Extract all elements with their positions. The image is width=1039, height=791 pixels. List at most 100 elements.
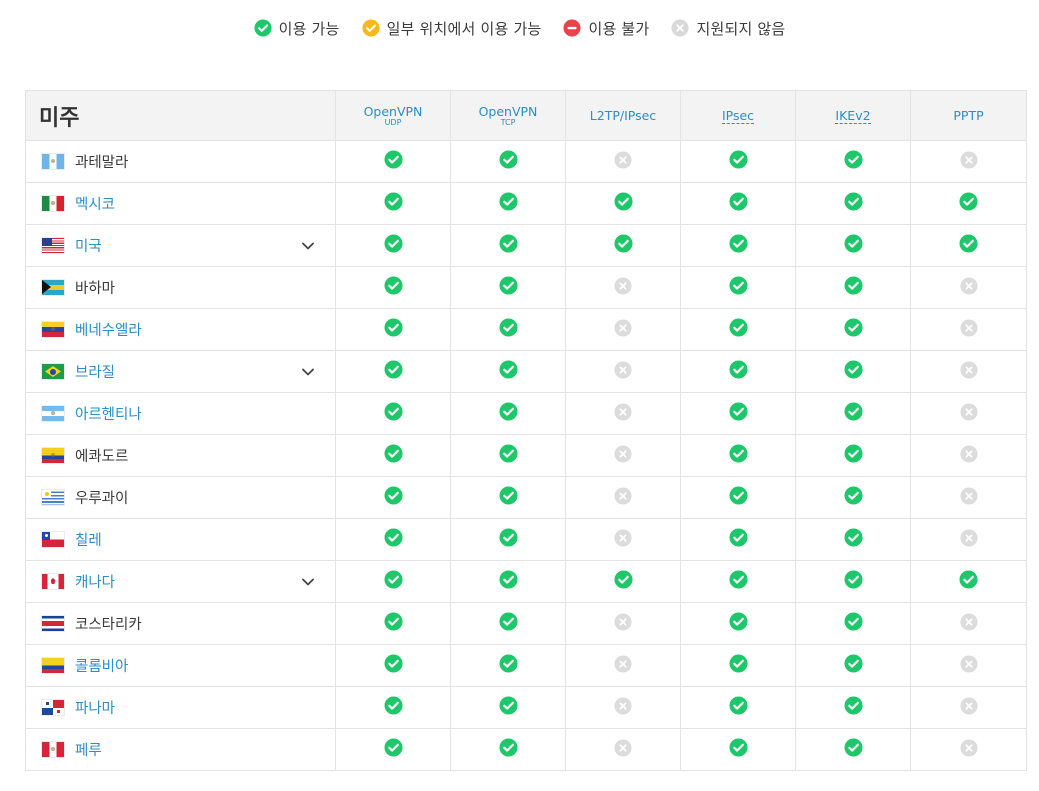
check-circle-icon [383, 444, 403, 463]
status-available [335, 308, 451, 351]
x-circle-icon [959, 276, 978, 295]
status-available [335, 392, 451, 435]
status-available [335, 644, 451, 687]
status-available [450, 560, 566, 603]
status-available [795, 224, 911, 267]
status-available [450, 224, 566, 267]
check-circle-icon [498, 696, 518, 715]
check-circle-icon [843, 738, 863, 757]
check-circle-icon [362, 19, 380, 37]
country-name[interactable]: 아르헨티나 [75, 403, 142, 424]
status-available [335, 224, 451, 267]
country-name[interactable]: 칠레 [75, 529, 102, 550]
status-available [450, 644, 566, 687]
x-circle-icon [959, 150, 978, 169]
protocol-header-ikev2[interactable]: IKEv2 [795, 90, 911, 141]
flag-venezuela-icon [42, 322, 64, 337]
country-name[interactable]: 페루 [75, 739, 102, 760]
country-cell[interactable]: 캐나다 [25, 560, 336, 603]
country-cell: 에콰도르 [25, 434, 336, 477]
minus-circle-icon [563, 19, 582, 37]
country-name[interactable]: 브라질 [75, 361, 115, 382]
country-cell: 콜롬비아 [25, 644, 336, 687]
protocol-header-openvpn-udp: OpenVPN UDP [335, 90, 451, 141]
country-name: 바하마 [75, 281, 116, 297]
status-available [450, 350, 566, 393]
status-unsupported [565, 434, 681, 477]
check-circle-icon [959, 192, 978, 211]
legend-item-partial: 일부 위치에서 이용 가능 [362, 18, 542, 39]
flag-costa-rica-icon [42, 616, 64, 631]
check-circle-icon [843, 318, 863, 337]
x-circle-icon [959, 486, 978, 505]
legend-label: 지원되지 않음 [696, 19, 786, 38]
country-name[interactable]: 콜롬비아 [75, 655, 128, 676]
table-row: 칠레 [25, 518, 1027, 561]
check-circle-icon [728, 402, 748, 421]
status-unsupported [565, 308, 681, 351]
status-available [680, 266, 796, 309]
status-unsupported [910, 602, 1027, 645]
flag-guatemala-icon [42, 154, 64, 169]
country-name[interactable]: 멕시코 [75, 193, 115, 214]
country-name: 우루과이 [75, 491, 129, 507]
country-cell[interactable]: 브라질 [25, 350, 336, 393]
status-unsupported [565, 644, 681, 687]
status-available [335, 728, 451, 771]
country-cell[interactable]: 미국 [25, 224, 336, 267]
country-name[interactable]: 미국 [75, 235, 102, 256]
x-circle-icon [671, 19, 689, 37]
check-circle-icon [383, 402, 403, 421]
x-circle-icon [614, 612, 632, 631]
status-unsupported [910, 308, 1027, 351]
protocol-name: L2TP/IPsec [589, 108, 657, 123]
check-circle-icon [843, 192, 863, 211]
status-available [565, 182, 681, 225]
table-row: 캐나다 [25, 560, 1027, 603]
status-unsupported [565, 392, 681, 435]
country-cell: 아르헨티나 [25, 392, 336, 435]
status-available [680, 224, 796, 267]
flag-colombia-icon [42, 658, 64, 673]
chevron-down-icon[interactable] [301, 364, 315, 383]
status-available [450, 686, 566, 729]
protocol-header-ipsec[interactable]: IPsec [680, 90, 796, 141]
status-available [910, 560, 1027, 603]
country-name[interactable]: 파나마 [75, 697, 115, 718]
check-circle-icon [498, 486, 518, 505]
table-row: 파나마 [25, 686, 1027, 729]
chevron-down-icon[interactable] [301, 574, 315, 593]
check-circle-icon [383, 528, 403, 547]
status-available [680, 434, 796, 477]
status-available [795, 182, 911, 225]
country-name[interactable]: 베네수엘라 [75, 319, 142, 340]
check-circle-icon [728, 612, 748, 631]
protocol-name[interactable]: IKEv2 [835, 108, 871, 124]
status-available [680, 140, 796, 183]
status-available [335, 140, 451, 183]
status-available [680, 392, 796, 435]
flag-chile-icon [42, 532, 64, 547]
table-row: 미국 [25, 224, 1027, 267]
table-row: 코스타리카 [25, 602, 1027, 645]
country-cell: 멕시코 [25, 182, 336, 225]
check-circle-icon [383, 192, 403, 211]
status-unsupported [910, 476, 1027, 519]
protocol-name[interactable]: IPsec [721, 108, 755, 124]
status-available [680, 728, 796, 771]
x-circle-icon [959, 696, 978, 715]
check-circle-icon [498, 150, 518, 169]
country-cell: 파나마 [25, 686, 336, 729]
check-circle-icon [843, 612, 863, 631]
check-circle-icon [728, 570, 748, 589]
country-cell: 베네수엘라 [25, 308, 336, 351]
status-available [450, 140, 566, 183]
country-name[interactable]: 캐나다 [75, 571, 115, 592]
check-circle-icon [843, 444, 863, 463]
chevron-down-icon[interactable] [301, 238, 315, 257]
region-title: 미주 [25, 90, 336, 141]
status-available [910, 182, 1027, 225]
check-circle-icon [254, 19, 272, 37]
status-available [680, 350, 796, 393]
status-available [335, 686, 451, 729]
